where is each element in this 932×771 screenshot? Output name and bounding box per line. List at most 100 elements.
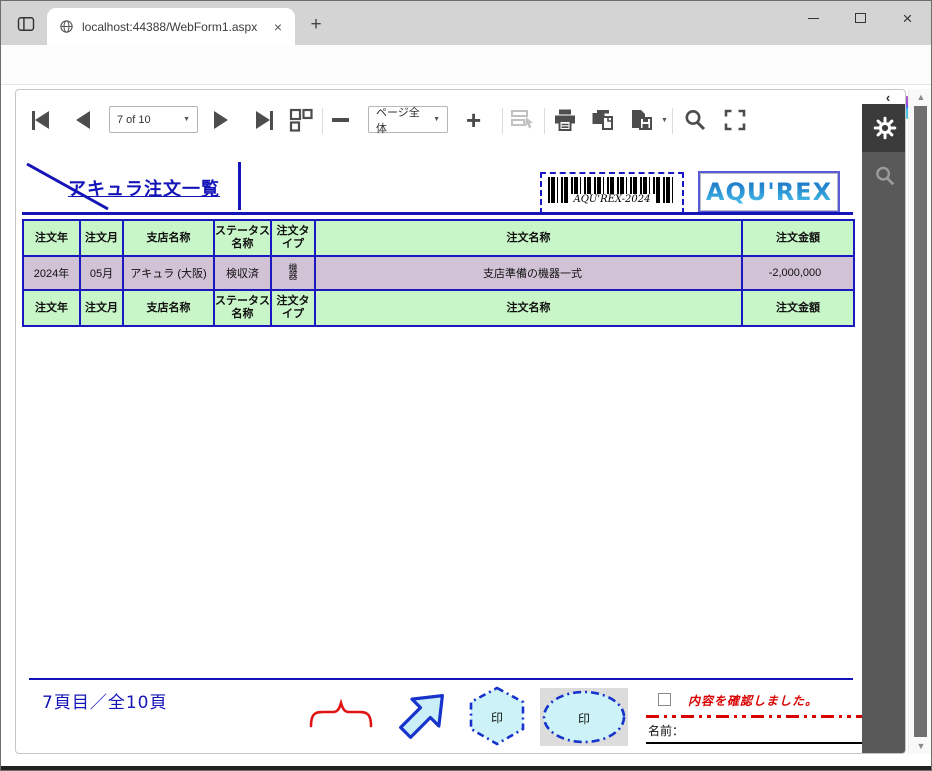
table-footer-header-row: 注文年 注文月 支店名称 ステータス名称 注文タイプ 注文名称 注文金額 <box>23 290 854 326</box>
titlebar: localhost:44388/WebForm1.aspx × + × <box>1 1 931 45</box>
zoom-mode-dropdown[interactable]: ページ全体 ▼ <box>368 106 448 133</box>
header-order-name: 注文名称 <box>315 290 742 326</box>
header-order-name: 注文名称 <box>315 220 742 256</box>
zoom-mode-value: ページ全体 <box>376 104 427 136</box>
scroll-down-icon[interactable]: ▼ <box>909 738 932 754</box>
header-order-amount: 注文金額 <box>742 220 854 256</box>
table-header-row: 注文年 注文月 支店名称 ステータス名称 注文タイプ 注文名称 注文金額 <box>23 220 854 256</box>
gear-icon <box>873 116 897 140</box>
page-setup-button[interactable] <box>590 106 617 134</box>
new-tab-button[interactable]: + <box>303 12 329 38</box>
chevron-down-icon: ▼ <box>183 116 190 123</box>
stamp-text: 印 <box>466 709 528 726</box>
zoom-out-button[interactable] <box>332 106 349 134</box>
search-button[interactable] <box>682 106 708 134</box>
tab-title: localhost:44388/WebForm1.aspx <box>82 20 269 34</box>
cell-order-year: 2024年 <box>23 256 80 290</box>
select-tool-icon <box>510 107 537 133</box>
toolbar-separator <box>672 108 673 134</box>
workspaces-icon[interactable] <box>13 11 39 37</box>
orders-table: 注文年 注文月 支店名称 ステータス名称 注文タイプ 注文名称 注文金額 202… <box>22 219 855 327</box>
search-icon <box>873 164 897 188</box>
fullscreen-button[interactable] <box>722 106 748 134</box>
header-status-name: ステータス名称 <box>214 290 271 326</box>
multipage-view-button[interactable] <box>288 106 314 134</box>
blue-arrow-shape <box>392 682 456 746</box>
search-panel-button[interactable] <box>862 152 906 200</box>
barcode-label: AQU'REX-2024 <box>548 194 676 205</box>
window-bottom-edge <box>1 766 931 770</box>
cell-order-name: 支店準備の機器一式 <box>315 256 742 290</box>
header-order-year: 注文年 <box>23 220 80 256</box>
panel-collapse-chevron-icon[interactable]: ‹ <box>878 90 898 104</box>
print-icon <box>552 107 578 133</box>
next-page-button[interactable] <box>214 106 228 134</box>
footer-rule <box>29 678 853 680</box>
barcode-label-text: AQU'REX-2024 <box>569 194 654 205</box>
last-page-triangle <box>256 111 270 129</box>
header-branch-name: 支店名称 <box>123 220 214 256</box>
last-page-button[interactable] <box>256 106 273 134</box>
page-setup-icon <box>590 107 617 133</box>
scrollbar-thumb[interactable] <box>914 106 927 737</box>
red-dashdot-line <box>646 715 868 718</box>
toolbar-separator <box>544 108 545 134</box>
report-title-divider <box>238 162 241 210</box>
next-page-triangle <box>214 111 228 129</box>
header-rule <box>22 212 853 215</box>
header-branch-name: 支店名称 <box>123 290 214 326</box>
export-button[interactable]: ▼ <box>628 106 668 134</box>
company-logo: AQU'REX <box>698 171 840 213</box>
page-number-label: 7頁目／全10頁 <box>42 688 167 713</box>
confirm-checkbox <box>658 693 671 706</box>
minimize-button[interactable] <box>790 1 837 35</box>
first-page-button[interactable] <box>32 106 49 134</box>
plus-icon: + <box>466 107 481 133</box>
page-selector-dropdown[interactable]: 7 of 10 ▼ <box>109 106 198 133</box>
workspaces-icon-glyph <box>16 14 36 34</box>
cell-order-type: 機器 <box>271 256 315 290</box>
cell-order-month: 05月 <box>80 256 123 290</box>
logo-text: AQU'REX <box>706 178 832 206</box>
report-viewer: 7 of 10 ▼ ページ全体 ▼ + ▼ <box>15 89 906 754</box>
confirm-label: 内容を確認しました。 <box>688 692 818 709</box>
name-label: 名前： <box>648 722 684 739</box>
close-window-button[interactable]: × <box>884 1 931 35</box>
header-order-amount: 注文金額 <box>742 290 854 326</box>
red-brace-shape <box>308 698 374 732</box>
fullscreen-icon <box>722 107 748 133</box>
tab-close-icon[interactable]: × <box>269 18 287 36</box>
cell-status-name: 検収済 <box>214 256 271 290</box>
header-order-type: 注文タイプ <box>271 220 315 256</box>
select-tool-button-disabled <box>510 106 537 134</box>
first-page-triangle <box>35 111 49 129</box>
previous-page-button[interactable] <box>76 106 90 134</box>
header-order-month: 注文月 <box>80 290 123 326</box>
chevron-down-icon: ▼ <box>433 116 440 123</box>
last-page-bar <box>270 111 273 130</box>
settings-panel-button[interactable] <box>862 104 906 152</box>
zoom-in-button[interactable]: + <box>466 106 481 134</box>
header-order-type: 注文タイプ <box>271 290 315 326</box>
stamp-text: 印 <box>540 710 628 727</box>
globe-favicon-icon <box>59 19 74 34</box>
header-order-year: 注文年 <box>23 290 80 326</box>
toolbar-separator <box>502 108 503 134</box>
viewer-side-panel <box>862 104 906 754</box>
address-bar: ← ⌂ https://localhost:44388/WebForm1.asp… <box>1 45 931 85</box>
name-underline <box>646 742 868 744</box>
print-button[interactable] <box>552 106 578 134</box>
vertical-scrollbar[interactable]: ▲ ▼ <box>908 89 932 754</box>
multipage-icon <box>288 107 314 133</box>
scroll-up-icon[interactable]: ▲ <box>909 89 932 105</box>
minimize-icon <box>808 18 819 19</box>
report-title: アキュラ注文一覧 <box>68 175 220 201</box>
window-controls: × <box>790 1 931 45</box>
header-status-name: ステータス名称 <box>214 220 271 256</box>
maximize-button[interactable] <box>837 1 884 35</box>
header-order-month: 注文月 <box>80 220 123 256</box>
export-save-icon <box>628 107 655 133</box>
toolbar-separator <box>322 108 323 134</box>
cell-order-amount: -2,000,000 <box>742 256 854 290</box>
browser-tab[interactable]: localhost:44388/WebForm1.aspx × <box>47 8 295 45</box>
